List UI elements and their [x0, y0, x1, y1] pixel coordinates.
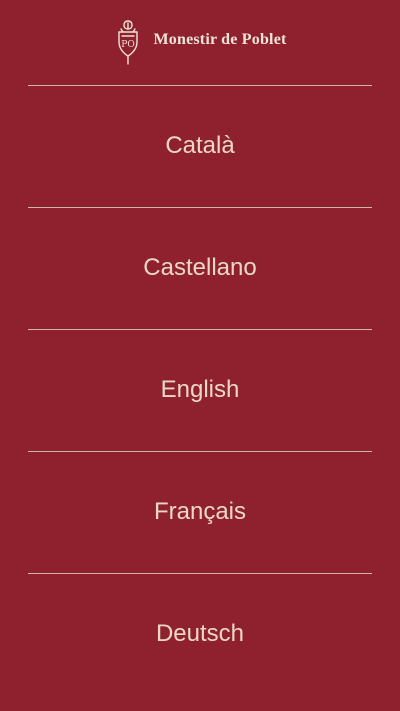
- language-option-english[interactable]: English: [0, 330, 400, 450]
- brand-logo: PO Monestir de Poblet: [113, 14, 286, 66]
- language-selection-screen: PO Monestir de Poblet Català Castellano …: [0, 0, 400, 711]
- language-option-catala[interactable]: Català: [0, 86, 400, 206]
- poblet-crest-icon: PO: [118, 20, 139, 65]
- language-option-castellano[interactable]: Castellano: [0, 208, 400, 328]
- brand-name: Monestir de Poblet: [153, 31, 287, 48]
- language-option-francais[interactable]: Français: [0, 452, 400, 572]
- svg-text:PO: PO: [122, 40, 135, 50]
- language-option-deutsch[interactable]: Deutsch: [0, 574, 400, 694]
- header: PO Monestir de Poblet: [0, 0, 400, 84]
